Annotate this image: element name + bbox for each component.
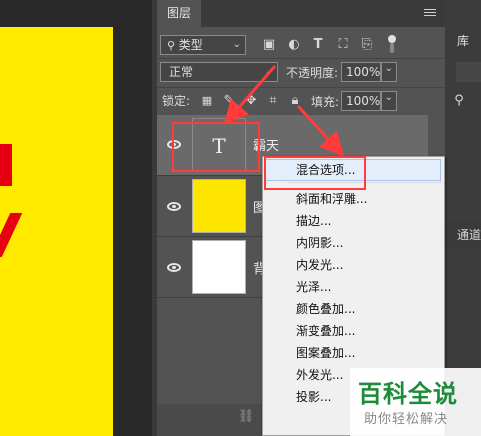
- watermark-subtitle: 助你轻松解决: [364, 412, 449, 427]
- annotation-arrow: [296, 104, 345, 157]
- watermark: 百科全说 助你轻松解决: [350, 368, 481, 436]
- annotation-arrow: [224, 65, 277, 125]
- watermark-title: 百科全说: [358, 380, 458, 408]
